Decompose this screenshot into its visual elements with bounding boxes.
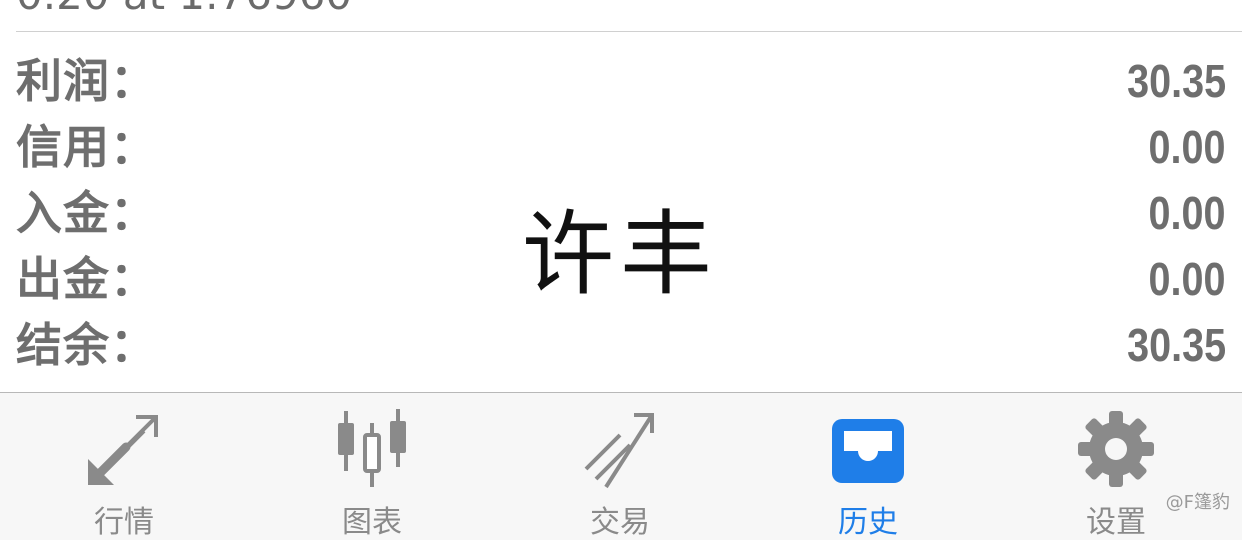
tab-label: 交易 (590, 505, 650, 540)
tab-settings[interactable]: 设置 (992, 393, 1240, 541)
summary-row-balance: 结余： 30.35 (0, 312, 1242, 378)
divider (16, 31, 1242, 32)
source-watermark: @F篷豹 (1165, 492, 1230, 513)
history-tray-icon (832, 419, 904, 483)
trade-trend-icon (584, 413, 654, 489)
candlestick-chart-icon (338, 409, 406, 487)
summary-value: 0.00 (1149, 121, 1226, 173)
tab-charts[interactable]: 图表 (248, 393, 496, 541)
summary-row-profit: 利润： 30.35 (0, 48, 1242, 114)
summary-label: 入金： (16, 186, 157, 240)
tab-history[interactable]: 历史 (744, 393, 992, 541)
position-summary-partial: 0.20 at 1.76960 (16, 0, 352, 20)
summary-label: 出金： (16, 252, 157, 306)
summary-value: 30.35 (1126, 55, 1226, 107)
summary-label: 信用： (16, 120, 157, 174)
tab-label: 图表 (342, 505, 402, 540)
summary-value: 0.00 (1149, 187, 1226, 239)
summary-row-credit: 信用： 0.00 (0, 114, 1242, 180)
bottom-tab-bar: 行情 图表 交易 历史 设置 @F篷豹 (0, 392, 1242, 540)
overlay-name-text: 许丰 (522, 201, 719, 308)
summary-label: 结余： (16, 318, 157, 372)
quotes-arrows-icon (88, 415, 158, 485)
tab-label: 历史 (838, 505, 898, 540)
tab-label: 行情 (94, 505, 154, 540)
summary-value: 30.35 (1126, 319, 1226, 371)
summary-label: 利润： (16, 54, 157, 108)
tab-trade[interactable]: 交易 (496, 393, 744, 541)
settings-gear-icon (1078, 411, 1154, 487)
summary-value: 0.00 (1149, 253, 1226, 305)
tab-quotes[interactable]: 行情 (0, 393, 248, 541)
